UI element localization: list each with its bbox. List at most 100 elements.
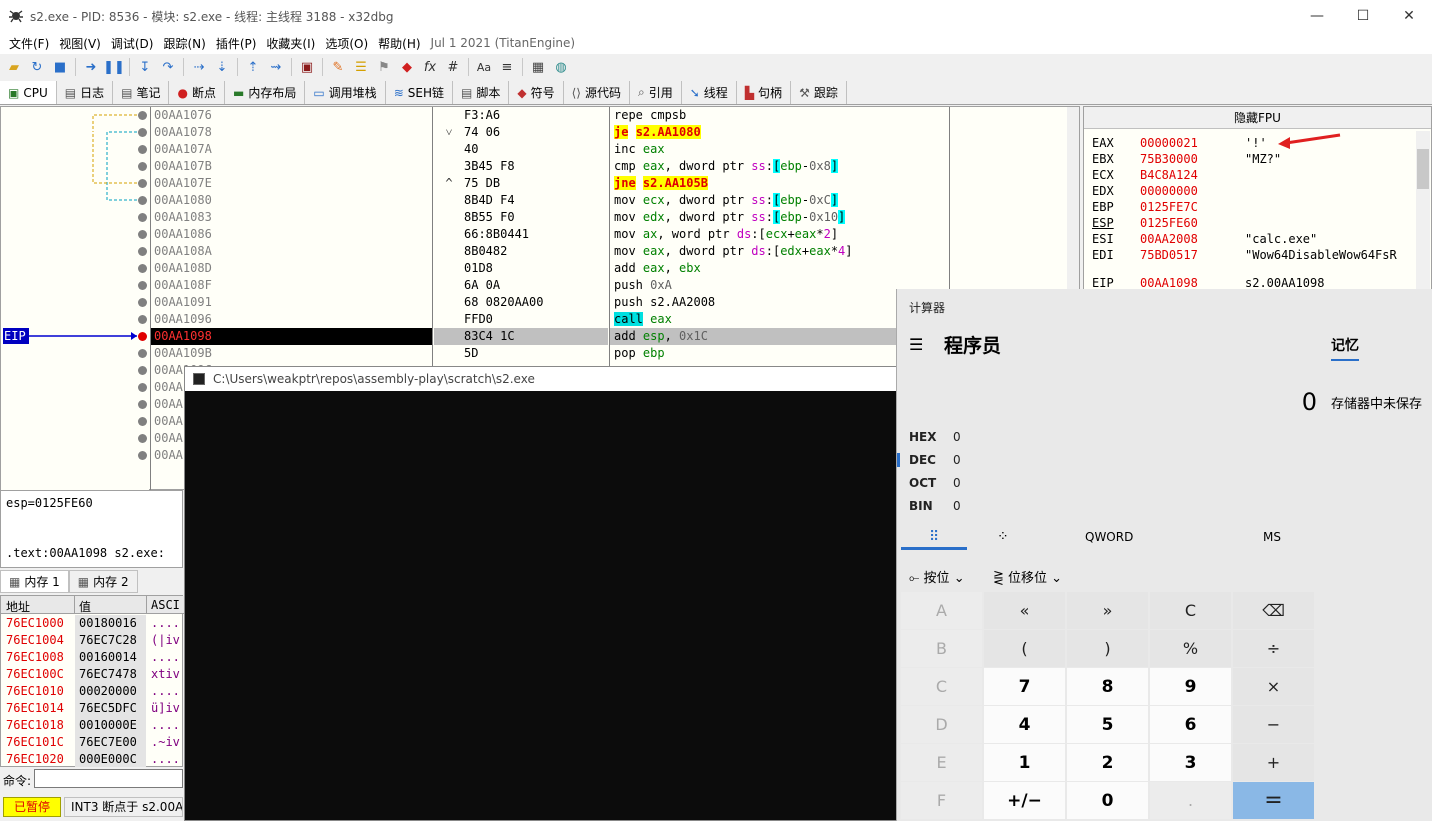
breakpoint-dot[interactable] xyxy=(138,434,147,443)
memory-tab[interactable]: 记忆 xyxy=(1331,335,1359,361)
disasm-bytes[interactable]: FFD0 xyxy=(434,311,608,328)
key-decimal-button[interactable]: . xyxy=(1150,782,1231,819)
breakpoint-dot[interactable] xyxy=(138,213,147,222)
maximize-button[interactable]: ☐ xyxy=(1340,0,1386,32)
memory-dump[interactable]: 地址 值 ASCI 76EC1000 00180016.... 76EC1004 76… xyxy=(0,595,184,769)
disasm-bytes[interactable]: 3B45 F8 xyxy=(434,158,608,175)
tab-trace[interactable]: ⚒ 跟踪 xyxy=(791,81,847,104)
register-row[interactable]: EDX 00000000 xyxy=(1092,184,1245,198)
font-icon[interactable]: Aa xyxy=(474,57,494,77)
execute-till-return-icon[interactable]: ⇡ xyxy=(243,57,263,77)
disasm-instruction[interactable]: mov edx, dword ptr ss:[ebp-0x10] xyxy=(610,209,948,226)
breakpoint-dot[interactable] xyxy=(138,451,147,460)
disasm-address[interactable]: 00AA108A xyxy=(151,243,432,260)
key-3-button[interactable]: 3 xyxy=(1150,744,1231,781)
register-value[interactable]: 0125FE7C xyxy=(1140,200,1245,214)
disasm-address[interactable]: 00AA107E xyxy=(151,175,432,192)
keypad-icon[interactable]: ⠿ xyxy=(929,529,939,545)
tab-seh[interactable]: ≋ SEH链 xyxy=(386,81,453,104)
key-backspace-button[interactable]: ⌫ xyxy=(1233,592,1314,629)
register-row[interactable]: ESI 00AA2008 "calc.exe" xyxy=(1092,232,1317,246)
dump-row[interactable]: 76EC1010 00020000.... xyxy=(1,684,184,701)
breakpoint-dot[interactable] xyxy=(138,281,147,290)
disasm-instruction[interactable]: repe cmpsb xyxy=(610,107,948,124)
disasm-bytes[interactable]: 01D8 xyxy=(434,260,608,277)
calculator-window[interactable]: 计算器 ☰ 程序员 记忆 0 存储器中未保存 HEX 0 DEC 0 OCT 0 BIN 0 … xyxy=(896,289,1432,821)
trace-into-icon[interactable]: ⇢ xyxy=(189,57,209,77)
key-1-button[interactable]: 1 xyxy=(984,744,1065,781)
breakpoint-dot[interactable] xyxy=(138,162,147,171)
breakpoint-dot[interactable] xyxy=(138,111,147,120)
register-value[interactable]: 00000021 xyxy=(1140,136,1245,150)
script-icon[interactable]: ▣ xyxy=(297,57,317,77)
command-input[interactable] xyxy=(34,769,183,788)
tab-notes[interactable]: ▤ 笔记 xyxy=(113,81,170,104)
disasm-bytes[interactable]: 83C4 1C xyxy=(434,328,608,345)
register-value[interactable]: B4C8A124 xyxy=(1140,168,1245,182)
disasm-instruction[interactable]: inc eax xyxy=(610,141,948,158)
key-shift-right-button[interactable]: » xyxy=(1067,592,1148,629)
globe-icon[interactable]: ◍ xyxy=(551,57,571,77)
disasm-bytes[interactable]: 8B55 F0 xyxy=(434,209,608,226)
step-over-icon[interactable]: ↷ xyxy=(158,57,178,77)
tab-memory-1[interactable]: ▦ 内存 1 xyxy=(0,570,69,593)
bit-toggle-icon[interactable]: ⁘ xyxy=(997,529,1009,545)
register-value[interactable]: 75B30000 xyxy=(1140,152,1245,166)
registers-scrollbar[interactable] xyxy=(1416,131,1430,291)
minimize-button[interactable]: — xyxy=(1294,0,1340,32)
menu-favourites[interactable]: 收藏夹(I) xyxy=(261,35,320,52)
stop-icon[interactable]: ■ xyxy=(50,57,70,77)
breakpoint-dot[interactable] xyxy=(138,298,147,307)
dump-row[interactable]: 76EC1018 0010000E.... xyxy=(1,718,184,735)
disasm-instruction[interactable]: mov ax, word ptr ds:[ecx+eax*2] xyxy=(610,226,948,243)
disasm-bytes[interactable]: 68 0820AA00 xyxy=(434,294,608,311)
menu-trace[interactable]: 跟踪(N) xyxy=(158,35,210,52)
dump-row[interactable]: 76EC1000 00180016.... xyxy=(1,616,184,633)
strings-icon[interactable]: ≡ xyxy=(497,57,517,77)
memory-store-button[interactable]: MS xyxy=(1263,530,1281,544)
menu-plugins[interactable]: 插件(P) xyxy=(211,35,262,52)
pause-icon[interactable]: ❚❚ xyxy=(103,57,125,77)
breakpoint-dot[interactable] xyxy=(138,366,147,375)
breakpoint-dot[interactable] xyxy=(138,332,147,341)
disasm-address[interactable]: 00AA1076 xyxy=(151,107,432,124)
menu-file[interactable]: 文件(F) xyxy=(4,35,54,52)
register-value[interactable]: 00AA1098 xyxy=(1140,276,1245,290)
disasm-instruction[interactable]: add eax, ebx xyxy=(610,260,948,277)
dump-row[interactable]: 76EC1020 000E000C.... xyxy=(1,752,184,769)
menu-options[interactable]: 选项(O) xyxy=(320,35,373,52)
breakpoint-dot[interactable] xyxy=(138,349,147,358)
calc-icon[interactable]: ▦ xyxy=(528,57,548,77)
key-e-button[interactable]: E xyxy=(901,744,982,781)
key-6-button[interactable]: 6 xyxy=(1150,706,1231,743)
dump-row[interactable]: 76EC101C 76EC7E00 .~iv xyxy=(1,735,184,752)
tab-source[interactable]: ⟨⟩ 源代码 xyxy=(564,81,630,104)
key-negate-button[interactable]: +/− xyxy=(984,782,1065,819)
disasm-bytes[interactable]: 40 xyxy=(434,141,608,158)
breakpoint-dot[interactable] xyxy=(138,417,147,426)
key-subtract-button[interactable]: − xyxy=(1233,706,1314,743)
close-button[interactable]: ✕ xyxy=(1386,0,1432,32)
hide-fpu-button[interactable]: 隐藏FPU xyxy=(1084,107,1431,129)
menu-help[interactable]: 帮助(H) xyxy=(373,35,425,52)
tab-callstack[interactable]: ▭ 调用堆栈 xyxy=(305,81,386,104)
key-f-button[interactable]: F xyxy=(901,782,982,819)
disasm-address[interactable]: 00AA1096 xyxy=(151,311,432,328)
tab-cpu[interactable]: ▣ CPU xyxy=(0,81,57,104)
key-multiply-button[interactable]: × xyxy=(1233,668,1314,705)
breakpoint-dot[interactable] xyxy=(138,179,147,188)
register-row[interactable]: EDI 75BD0517 "Wow64DisableWow64FsR xyxy=(1092,248,1397,262)
key-shift-left-button[interactable]: « xyxy=(984,592,1065,629)
key-equals-button[interactable]: = xyxy=(1233,782,1314,819)
key-close-paren-button[interactable]: ) xyxy=(1067,630,1148,667)
breakpoint-dot[interactable] xyxy=(138,230,147,239)
disasm-address[interactable]: 00AA107B xyxy=(151,158,432,175)
disasm-instruction[interactable]: mov ecx, dword ptr ss:[ebp-0xC] xyxy=(610,192,948,209)
key-add-button[interactable]: + xyxy=(1233,744,1314,781)
register-row[interactable]: ECX B4C8A124 xyxy=(1092,168,1245,182)
key-b-button[interactable]: B xyxy=(901,630,982,667)
patch-icon[interactable]: ✎ xyxy=(328,57,348,77)
key-8-button[interactable]: 8 xyxy=(1067,668,1148,705)
breakpoint-dot[interactable] xyxy=(138,400,147,409)
breakpoint-dot[interactable] xyxy=(138,145,147,154)
